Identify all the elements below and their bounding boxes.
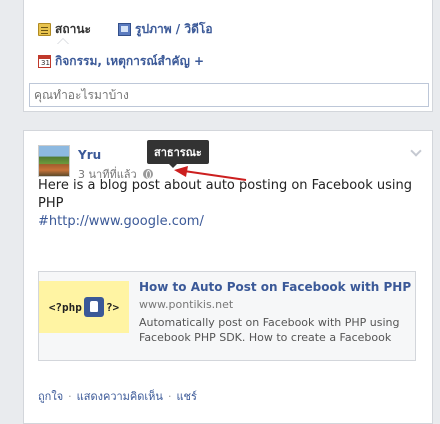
share-link[interactable]: แชร์ (176, 387, 196, 405)
action-separator: · (68, 389, 72, 403)
comment-link[interactable]: แสดงความคิดเห็น (77, 387, 163, 405)
photo-video-icon (118, 23, 131, 36)
like-link[interactable]: ถูกใจ (38, 387, 63, 405)
chevron-down-icon[interactable] (410, 145, 422, 157)
tab-life-event-label: กิจกรรม, เหตุการณ์สำคัญ + (55, 54, 205, 68)
link-title[interactable]: How to Auto Post on Facebook with PHP (139, 280, 411, 294)
post-author[interactable]: Yru (78, 148, 101, 162)
link-domain: www.pontikis.net (139, 298, 234, 311)
tab-photo-video[interactable]: รูปภาพ / วิดีโอ (118, 20, 213, 39)
calendar-day: 31 (41, 59, 50, 67)
tab-status[interactable]: สถานะ (38, 20, 91, 39)
action-separator: · (167, 389, 172, 403)
status-input[interactable] (29, 83, 429, 107)
tab-life-event[interactable]: 31 กิจกรรม, เหตุการณ์สำคัญ + (38, 52, 204, 71)
link-thumbnail[interactable]: <?php ?> (39, 281, 129, 333)
thumb-php-close: ?> (105, 300, 120, 314)
thumbs-up-icon (83, 297, 104, 317)
active-tab-caret (57, 38, 69, 44)
tab-status-label: สถานะ (55, 22, 91, 36)
link-preview-card[interactable]: <?php ?> How to Auto Post on Facebook wi… (38, 271, 416, 361)
feed-post: Yru 3 นาทีที่แล้ว สาธารณะ Here is a blog… (23, 130, 433, 424)
tab-photo-video-label: รูปภาพ / วิดีโอ (135, 22, 213, 36)
calendar-icon: 31 (38, 55, 51, 68)
privacy-tooltip: สาธารณะ (147, 140, 209, 168)
thumb-php-open: <?php (48, 300, 82, 314)
status-icon (38, 23, 51, 36)
post-message-text: Here is a blog post about auto posting o… (38, 178, 412, 211)
avatar[interactable] (38, 145, 70, 177)
post-hashtag-link[interactable]: #http://www.google.com/ (38, 213, 418, 231)
link-description: Automatically post on Facebook with PHP … (139, 316, 400, 344)
post-actions: ถูกใจ · แสดงความคิดเห็น · แชร์ (38, 387, 197, 405)
post-message: Here is a blog post about auto posting o… (38, 177, 418, 231)
